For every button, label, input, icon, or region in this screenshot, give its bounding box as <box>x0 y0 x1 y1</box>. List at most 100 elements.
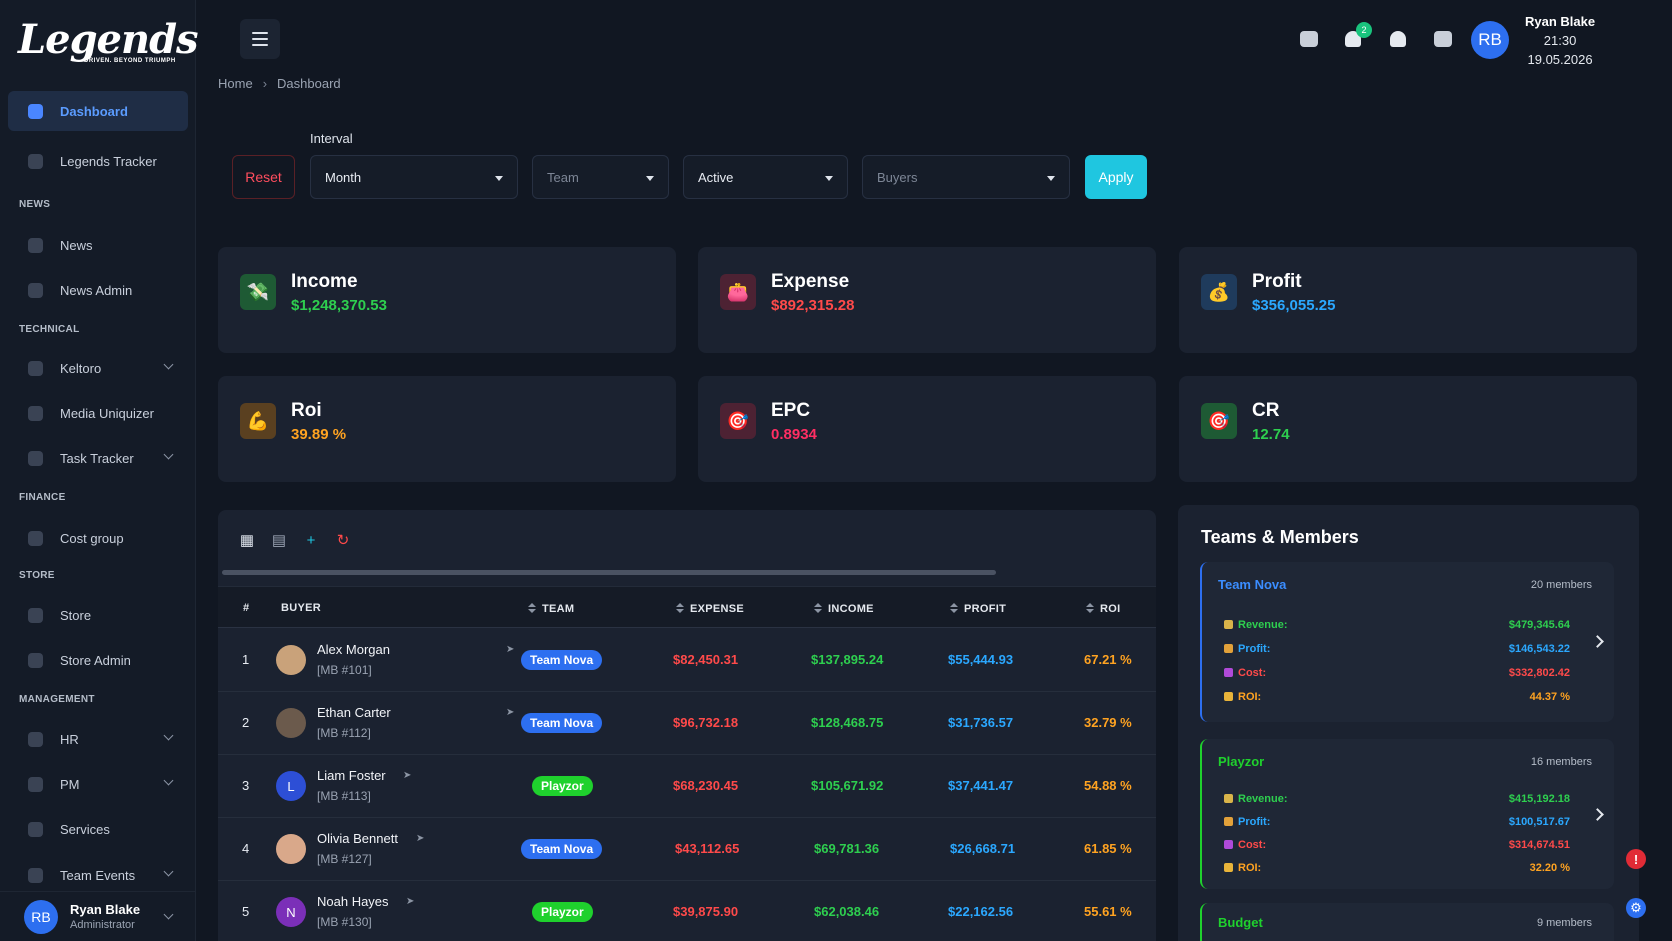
target-icon: 🎯 <box>1201 403 1237 439</box>
reset-icon[interactable]: ↻ <box>336 533 350 548</box>
legends-logo[interactable]: Legends DRIVEN. BEYOND TRIUMPH <box>18 20 199 68</box>
buyer-name[interactable]: Noah Hayes ➤ <box>317 894 414 909</box>
col-profit[interactable]: PROFIT <box>950 602 1006 615</box>
row-rank: 1 <box>242 652 250 667</box>
sidebar-item-label: Cost group <box>60 530 124 546</box>
reset-button[interactable]: Reset <box>232 155 295 199</box>
sidebar-item-label: Keltoro <box>60 360 102 376</box>
sidebar-item-team-events[interactable]: Team Events <box>8 855 188 895</box>
chevron-right-icon[interactable] <box>1591 635 1604 648</box>
expense-icon <box>1224 840 1233 849</box>
table-row[interactable]: 3 L Liam Foster ➤ [MB #113] Playzor $68,2… <box>218 755 1156 818</box>
revenue-value: $415,192.18 <box>1508 793 1570 805</box>
horizontal-scrollbar[interactable] <box>222 570 996 575</box>
team-card-budget[interactable]: Budget 9 members <box>1200 903 1614 941</box>
store-admin-icon <box>26 651 44 669</box>
col-income[interactable]: INCOME <box>814 602 874 615</box>
breadcrumb-home[interactable]: Home <box>218 76 253 91</box>
team-select[interactable]: Team <box>532 155 669 199</box>
menu-toggle-button[interactable] <box>240 19 280 59</box>
table-header: # BUYER TEAM EXPENSE INCOME PROFIT ROI <box>218 586 1156 628</box>
buyers-select[interactable]: Buyers <box>862 155 1070 199</box>
sidebar-item-hr[interactable]: HR <box>8 719 188 759</box>
hr-icon <box>26 730 44 748</box>
sidebar-user-menu[interactable]: RB Ryan Blake Administrator <box>0 891 196 941</box>
cost-group-icon <box>26 529 44 547</box>
col-roi[interactable]: ROI <box>1086 602 1120 615</box>
switch-account-icon[interactable] <box>1432 28 1454 50</box>
sidebar-item-store-admin[interactable]: Store Admin <box>8 640 188 680</box>
team-card-playzor[interactable]: Playzor 16 members Revenue: $415,192.18 … <box>1200 739 1614 889</box>
sidebar-item-news-admin[interactable]: News Admin <box>8 270 188 310</box>
expense-value: $43,112.65 <box>675 841 740 856</box>
buyer-name[interactable]: Alex Morgan ➤ <box>317 642 514 657</box>
alert-icon[interactable]: ! <box>1626 849 1646 869</box>
tracker-icon <box>26 152 44 170</box>
roi-value: 61.85 % <box>1084 841 1132 856</box>
sidebar-item-task-tracker[interactable]: Task Tracker <box>8 438 188 478</box>
sidebar-item-label: Legends Tracker <box>60 153 157 169</box>
interval-select[interactable]: Month <box>310 155 518 199</box>
sidebar-item-pm[interactable]: PM <box>8 764 188 804</box>
telegram-icon[interactable]: ➤ <box>506 707 514 718</box>
notifications-icon[interactable]: 2 <box>1342 22 1372 50</box>
sidebar-item-dashboard[interactable]: Dashboard <box>8 91 188 131</box>
expense-icon: 👛 <box>720 274 756 310</box>
sidebar-item-label: Media Uniquizer <box>60 405 154 421</box>
team-card-team-nova[interactable]: Team Nova 20 members Revenue: $479,345.6… <box>1200 562 1614 722</box>
sort-icon <box>528 603 536 613</box>
revenue-value: $479,345.64 <box>1508 619 1570 631</box>
settings-gear-icon[interactable]: ⚙ <box>1626 898 1646 918</box>
table-row[interactable]: 4 Olivia Bennett ➤ [MB #127] Team Nova $4… <box>218 818 1156 881</box>
roi-value: 44.37 % <box>1529 691 1570 703</box>
buyer-name[interactable]: Liam Foster ➤ <box>317 768 411 783</box>
telegram-icon[interactable]: ➤ <box>416 833 424 844</box>
table-row[interactable]: 2 Ethan Carter ➤ [MB #112] Team Nova $96,… <box>218 692 1156 755</box>
sidebar-item-label: HR <box>60 731 79 747</box>
kpi-value: 39.89 % <box>291 426 347 443</box>
buyer-id: [MB #127] <box>317 852 372 866</box>
sidebar-item-media-uniquizer[interactable]: Media Uniquizer <box>8 393 188 433</box>
buyer-name[interactable]: Ethan Carter ➤ <box>317 705 514 720</box>
roi-value: 67.21 % <box>1084 652 1132 667</box>
grid-view-icon[interactable]: ▦ <box>240 533 254 548</box>
table-row[interactable]: 1 Alex Morgan ➤ [MB #101] Team Nova $82,4… <box>218 629 1156 692</box>
col-team[interactable]: TEAM <box>528 602 574 615</box>
sidebar-item-cost-group[interactable]: Cost group <box>8 518 188 558</box>
telegram-icon[interactable]: ➤ <box>403 770 411 781</box>
sidebar-item-legends-tracker[interactable]: Legends Tracker <box>8 141 188 181</box>
chevron-right-icon[interactable] <box>1591 808 1604 821</box>
news-icon <box>26 236 44 254</box>
telegram-icon[interactable]: ➤ <box>506 644 514 655</box>
sort-icon <box>814 603 822 613</box>
sidebar-item-label: Dashboard <box>60 103 128 119</box>
sidebar-item-store[interactable]: Store <box>8 595 188 635</box>
kpi-card-cr: 🎯 CR 12.74 <box>1179 376 1637 482</box>
alarm-bell-icon[interactable] <box>1387 28 1409 50</box>
profit-label: Profit: <box>1224 643 1270 655</box>
apply-button[interactable]: Apply <box>1085 155 1147 199</box>
row-rank: 3 <box>242 778 250 793</box>
columns-icon[interactable]: ▤ <box>272 533 286 548</box>
sidebar-item-keltoro[interactable]: Keltoro <box>8 348 188 388</box>
telegram-icon[interactable]: ➤ <box>406 896 414 907</box>
revenue-label: Revenue: <box>1224 619 1288 631</box>
buyer-name[interactable]: Olivia Bennett ➤ <box>317 831 424 846</box>
status-select[interactable]: Active <box>683 155 848 199</box>
mail-icon[interactable] <box>1298 28 1320 50</box>
kpi-title: CR <box>1252 400 1280 421</box>
notification-badge: 2 <box>1356 22 1372 38</box>
chevron-down-icon <box>163 730 174 741</box>
add-icon[interactable]: + <box>304 533 318 548</box>
table-row[interactable]: 5 N Noah Hayes ➤ [MB #130] Playzor $39,87… <box>218 881 1156 941</box>
pm-icon <box>26 775 44 793</box>
col-buyer[interactable]: BUYER <box>281 602 321 614</box>
sidebar-item-services[interactable]: Services <box>8 809 188 849</box>
row-rank: 5 <box>242 904 250 919</box>
col-expense[interactable]: EXPENSE <box>676 602 744 615</box>
expense-value: $68,230.45 <box>673 778 739 793</box>
header-avatar[interactable]: RB <box>1471 21 1509 59</box>
sidebar-item-news[interactable]: News <box>8 225 188 265</box>
money-icon: 💸 <box>240 274 276 310</box>
header-time: 21:30 <box>1543 33 1577 48</box>
